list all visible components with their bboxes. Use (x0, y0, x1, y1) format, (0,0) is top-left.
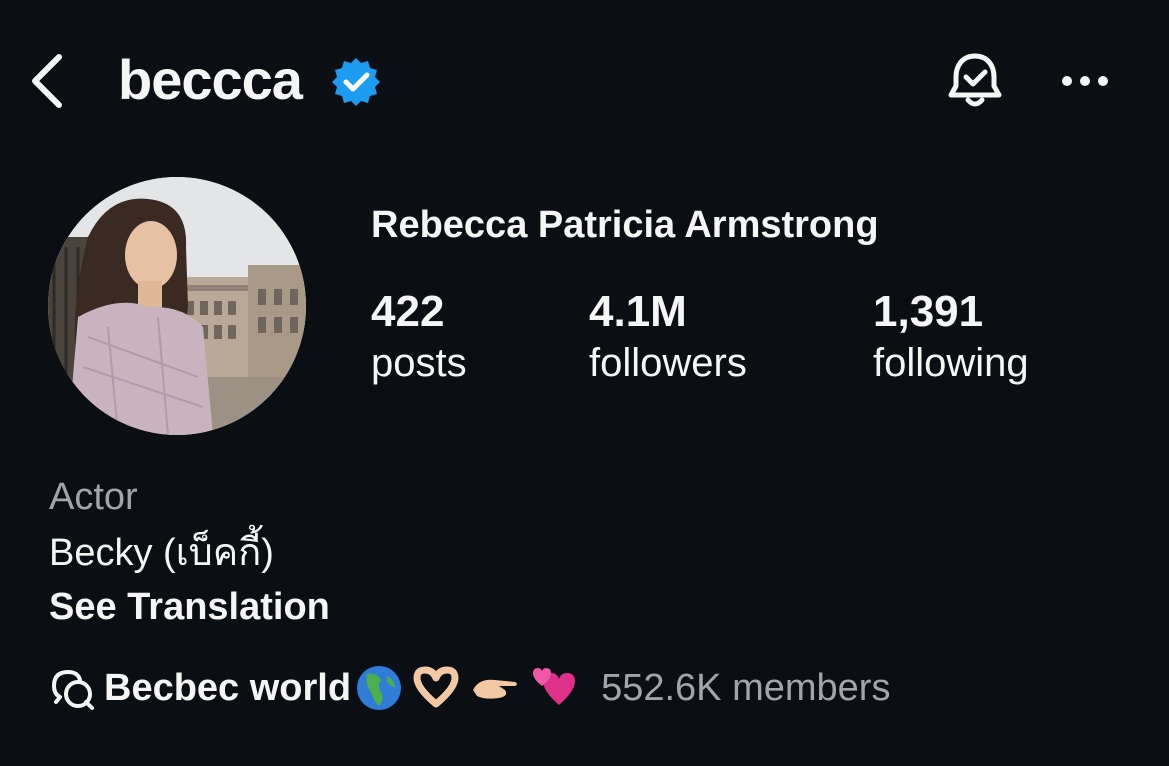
profile-avatar[interactable] (48, 177, 306, 435)
globe-americas-emoji (357, 666, 402, 710)
broadcast-channel[interactable]: Becbec world 552.6K members (48, 660, 890, 716)
see-translation-link[interactable]: See Translation (49, 584, 330, 630)
bell-check-icon (948, 53, 1002, 107)
ellipsis-icon (1062, 76, 1108, 86)
avatar-photo (48, 177, 306, 435)
two-hearts-emoji (533, 668, 576, 705)
profile-category: Actor (49, 476, 138, 518)
more-options-button[interactable] (1050, 56, 1120, 106)
username: beccca (118, 48, 303, 111)
following-count: 1,391 (873, 287, 984, 336)
channel-emojis (355, 664, 587, 712)
heart-hands-emoji (413, 666, 459, 708)
back-button[interactable] (22, 46, 72, 116)
verified-badge-icon (332, 58, 380, 106)
pinching-hand-emoji (473, 679, 518, 699)
followers-label: followers (589, 341, 747, 385)
posts-count: 422 (371, 287, 445, 336)
followers-stat[interactable]: 4.1M followers (589, 286, 747, 388)
chat-bubbles-icon (52, 669, 94, 710)
bio-text: Becky (เบ็คกี้) (49, 532, 274, 574)
channel-name: Becbec world (104, 667, 352, 709)
chevron-left-icon (32, 54, 62, 108)
full-name: Rebecca Patricia Armstrong (371, 204, 879, 246)
posts-label: posts (371, 341, 467, 385)
followers-count: 4.1M (589, 287, 687, 336)
following-stat[interactable]: 1,391 following (873, 286, 1029, 388)
channel-members: 552.6K members (601, 667, 891, 709)
posts-stat[interactable]: 422 posts (371, 286, 467, 388)
notifications-button[interactable] (940, 46, 1010, 116)
following-label: following (873, 341, 1029, 385)
